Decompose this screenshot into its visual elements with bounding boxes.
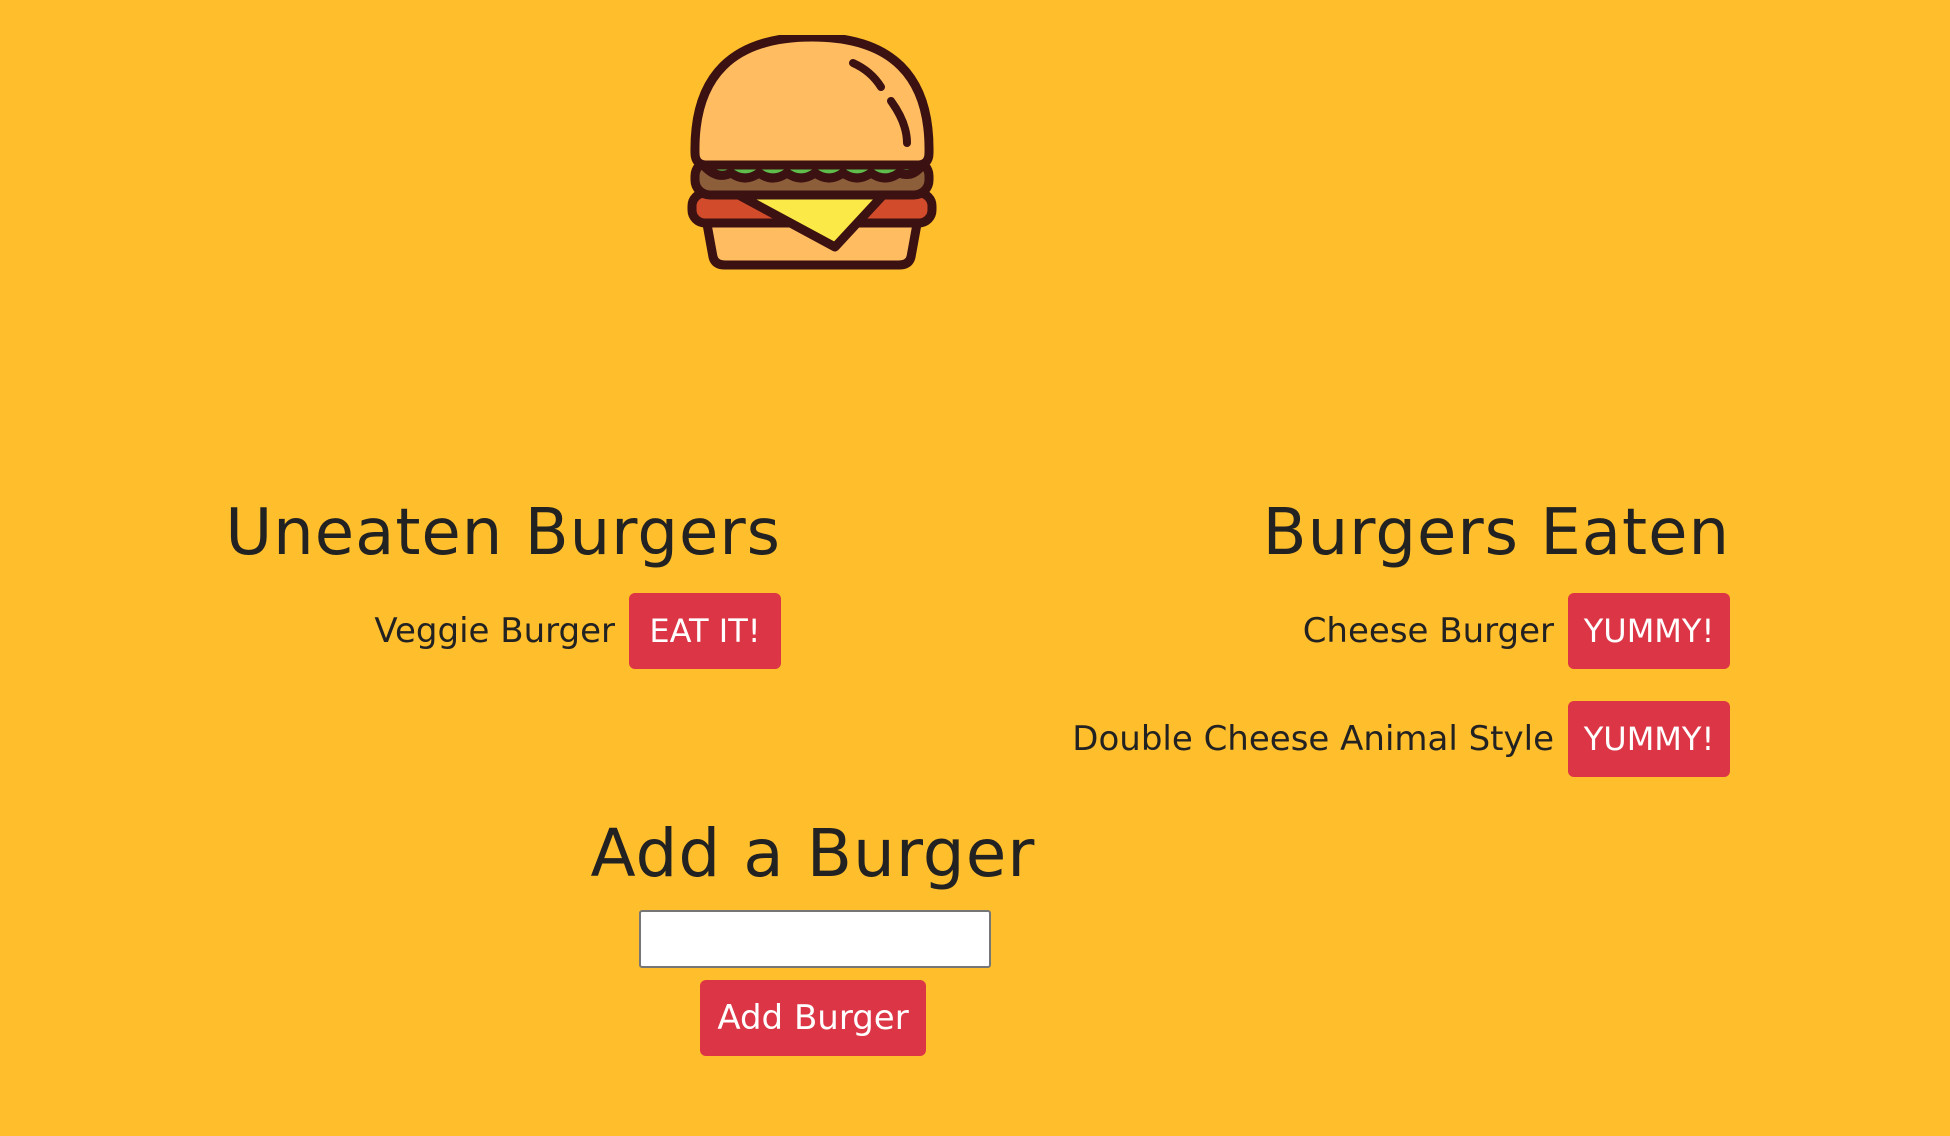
eat-it-button[interactable]: EAT IT! — [629, 593, 781, 669]
yummy-button[interactable]: YUMMY! — [1568, 701, 1730, 777]
add-burger-form: Add a Burger Add Burger — [513, 814, 1113, 1056]
burgers-eaten-section: Burgers Eaten Cheese Burger YUMMY! Doubl… — [1072, 493, 1730, 809]
burger-name: Veggie Burger — [374, 611, 615, 651]
uneaten-burger-list: Veggie Burger EAT IT! — [225, 593, 781, 669]
eaten-burger-list: Cheese Burger YUMMY! Double Cheese Anima… — [1072, 593, 1730, 777]
burger-name-input[interactable] — [639, 910, 991, 968]
hamburger-icon — [685, 32, 940, 275]
uneaten-burgers-section: Uneaten Burgers Veggie Burger EAT IT! — [225, 493, 781, 701]
burger-name: Double Cheese Animal Style — [1072, 719, 1554, 759]
add-burger-heading: Add a Burger — [590, 815, 1036, 892]
list-item: Cheese Burger YUMMY! — [1072, 593, 1730, 669]
add-burger-button[interactable]: Add Burger — [700, 980, 926, 1056]
yummy-button[interactable]: YUMMY! — [1568, 593, 1730, 669]
list-item: Veggie Burger EAT IT! — [225, 593, 781, 669]
burgers-eaten-heading: Burgers Eaten — [1262, 496, 1730, 570]
burger-name: Cheese Burger — [1302, 611, 1554, 651]
list-item: Double Cheese Animal Style YUMMY! — [1072, 701, 1730, 777]
uneaten-burgers-heading: Uneaten Burgers — [225, 496, 781, 570]
